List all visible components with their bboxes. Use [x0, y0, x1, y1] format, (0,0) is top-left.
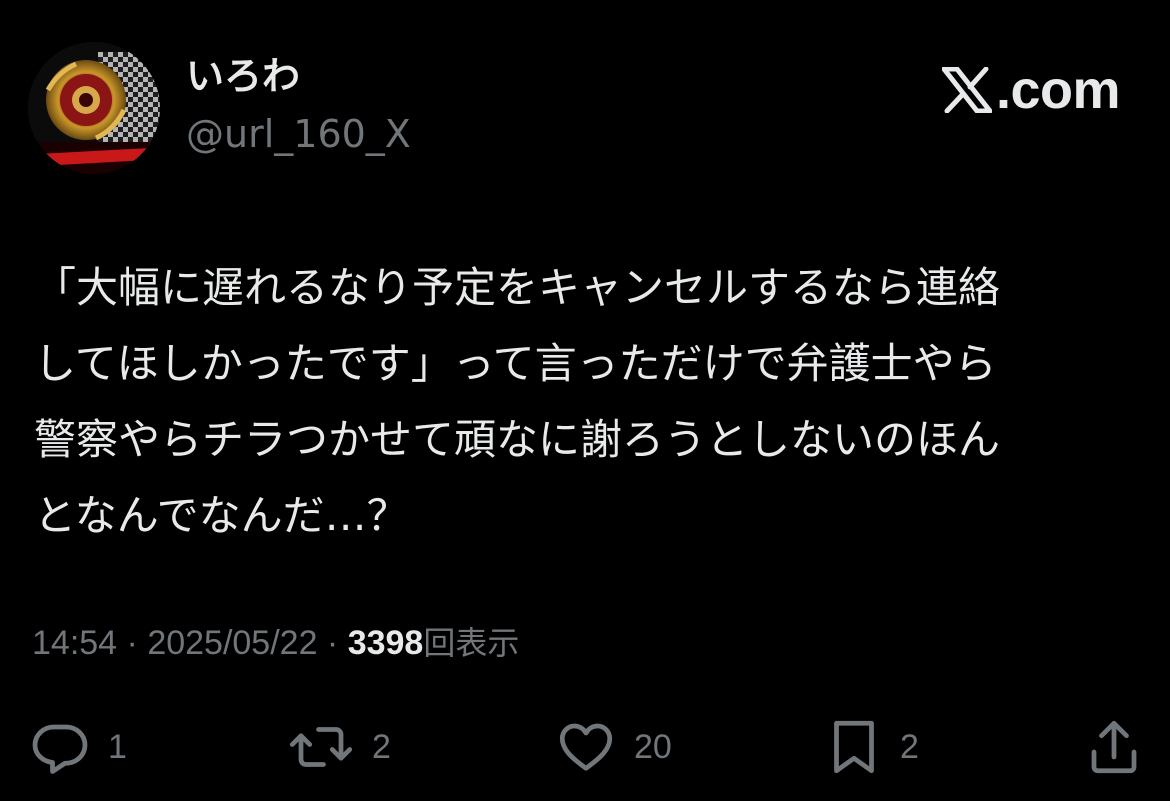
retweet-count: 2: [372, 727, 391, 766]
reply-button[interactable]: 1: [30, 712, 127, 782]
like-count: 20: [634, 727, 672, 766]
site-domain-text: .com: [995, 60, 1121, 120]
reply-icon: [32, 724, 88, 774]
action-bar: 1 2 20 2: [0, 712, 1170, 782]
share-button[interactable]: [1086, 712, 1142, 782]
tweet-text: 「大幅に遅れるなり予定をキャンセルするなら連絡 してほしかったです」って言っただ…: [34, 263, 1001, 540]
views-count: 3398: [347, 624, 424, 662]
bookmark-button[interactable]: 2: [826, 712, 919, 782]
like-button[interactable]: 20: [556, 712, 672, 782]
beyblade-avatar-icon: [28, 42, 160, 174]
heart-icon: [559, 723, 613, 771]
reply-count: 1: [108, 727, 127, 766]
views-label: 回表示: [423, 624, 520, 662]
x-logo-icon: [941, 67, 992, 113]
tweet-meta: 14:54 · 2025/05/22 · 3398回表示: [32, 620, 519, 666]
meta-separator: ·: [117, 624, 148, 662]
site-mark: .com: [941, 60, 1121, 120]
tweet-time[interactable]: 14:54: [32, 624, 117, 662]
meta-separator: ·: [317, 624, 348, 662]
retweet-button[interactable]: 2: [288, 712, 391, 782]
share-icon: [1091, 720, 1137, 774]
tweet-date[interactable]: 2025/05/22: [147, 624, 317, 662]
author-display-name[interactable]: いろわ: [186, 52, 300, 100]
retweet-icon: [289, 727, 353, 767]
avatar[interactable]: [28, 42, 160, 174]
author-handle[interactable]: @url_160_X: [186, 110, 411, 158]
bookmark-count: 2: [900, 727, 919, 766]
bookmark-icon: [834, 720, 874, 774]
